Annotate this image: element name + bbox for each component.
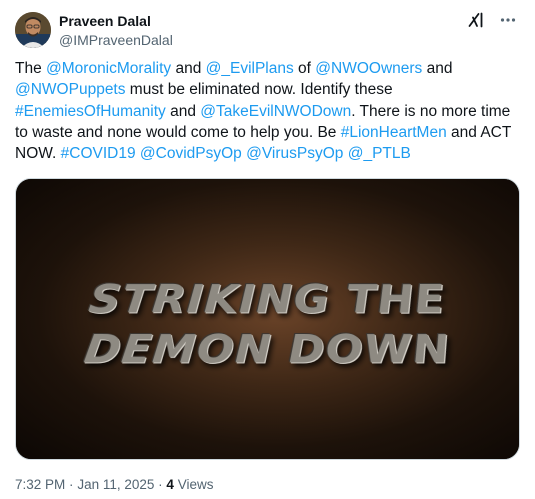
- media-title-line2: DEMON DOWN: [81, 326, 454, 373]
- mention-link[interactable]: @TakeEvilNWODown: [200, 103, 351, 120]
- avatar[interactable]: [15, 12, 51, 48]
- hashtag-link[interactable]: #COVID19: [61, 145, 136, 162]
- tweet-text-segment: The: [15, 60, 47, 77]
- tweet-media[interactable]: STRIKING THE DEMON DOWN: [15, 178, 520, 460]
- mention-link[interactable]: @NWOOwners: [315, 60, 422, 77]
- tweet-text-segment: and: [165, 102, 201, 120]
- author-names: Praveen Dalal @IMPraveenDalal: [59, 10, 173, 49]
- author-handle[interactable]: @IMPraveenDalal: [59, 31, 173, 49]
- views-count[interactable]: 4: [166, 477, 174, 492]
- mention-link[interactable]: @NWOPuppets: [15, 81, 126, 98]
- views-label: Views: [177, 477, 214, 492]
- author-display-name[interactable]: Praveen Dalal: [59, 12, 173, 30]
- tweet: Praveen Dalal @IMPraveenDalal The @Moron…: [0, 0, 535, 499]
- mention-link[interactable]: @_PTLB: [348, 145, 411, 162]
- hashtag-link[interactable]: #LionHeartMen: [341, 124, 447, 141]
- mention-link[interactable]: @VirusPsyOp: [246, 145, 343, 162]
- media-title-line1: STRIKING THE: [86, 276, 449, 323]
- meta-separator: ·: [69, 477, 74, 492]
- mention-link[interactable]: @_EvilPlans: [206, 60, 294, 77]
- header-actions: [466, 10, 518, 30]
- tweet-time[interactable]: 7:32 PM: [15, 477, 65, 492]
- tweet-header: Praveen Dalal @IMPraveenDalal: [15, 10, 520, 50]
- tweet-meta: 7:32 PM · Jan 11, 2025 · 4 Views: [15, 476, 213, 494]
- hashtag-link[interactable]: #EnemiesOfHumanity: [15, 103, 166, 120]
- tweet-text-segment: of: [293, 60, 316, 77]
- tweet-text: The @MoronicMorality and @_EvilPlans of …: [15, 58, 521, 164]
- tweet-text-segment: and: [171, 60, 206, 77]
- tweet-date[interactable]: Jan 11, 2025: [77, 477, 154, 492]
- mention-link[interactable]: @CovidPsyOp: [140, 145, 242, 162]
- grok-icon[interactable]: [466, 10, 486, 30]
- meta-separator: ·: [158, 477, 163, 492]
- mention-link[interactable]: @MoronicMorality: [46, 60, 171, 77]
- tweet-text-segment: and: [422, 60, 453, 77]
- more-icon[interactable]: [498, 10, 518, 30]
- tweet-text-segment: must be eliminated now. Identify these: [125, 81, 393, 99]
